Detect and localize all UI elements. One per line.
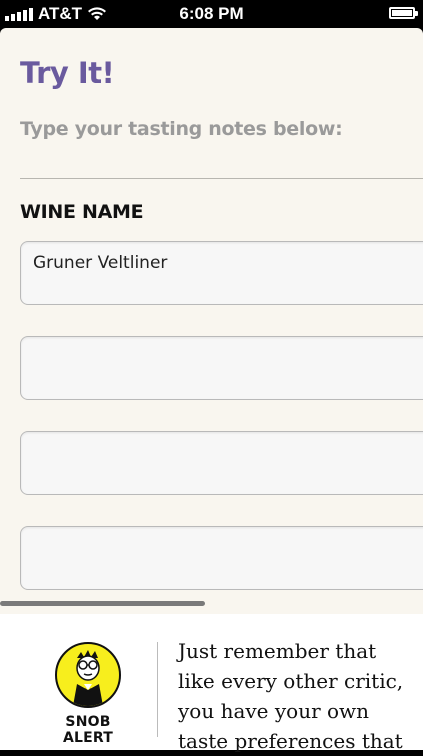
snob-alert-icon (55, 642, 121, 708)
status-bar: AT&T 6:08 PM (0, 0, 423, 28)
wine-name-field[interactable]: Gruner Veltliner (20, 241, 423, 305)
tip-text: Just remember that like every other crit… (178, 639, 404, 753)
tip-panel: SNOB ALERT Just remember that like every… (0, 614, 423, 753)
instructions-text: Type your tasting notes below: (20, 118, 343, 140)
wine-name-value: Gruner Veltliner (33, 253, 168, 273)
tasting-note-field[interactable] (20, 431, 423, 495)
tasting-note-field[interactable] (20, 526, 423, 590)
tasting-note-field[interactable] (20, 336, 423, 400)
snob-alert-label: SNOB ALERT (62, 714, 114, 746)
battery-fill (392, 10, 412, 16)
status-time: 6:08 PM (179, 4, 244, 23)
divider (20, 178, 423, 179)
vertical-divider (157, 642, 158, 737)
tasting-notes-sheet: Try It! Type your tasting notes below: W… (0, 28, 423, 614)
battery-icon (389, 7, 418, 19)
wine-name-label: WINE NAME (20, 201, 144, 223)
page-title: Try It! (20, 56, 115, 90)
horizontal-scrollbar[interactable] (0, 601, 205, 606)
